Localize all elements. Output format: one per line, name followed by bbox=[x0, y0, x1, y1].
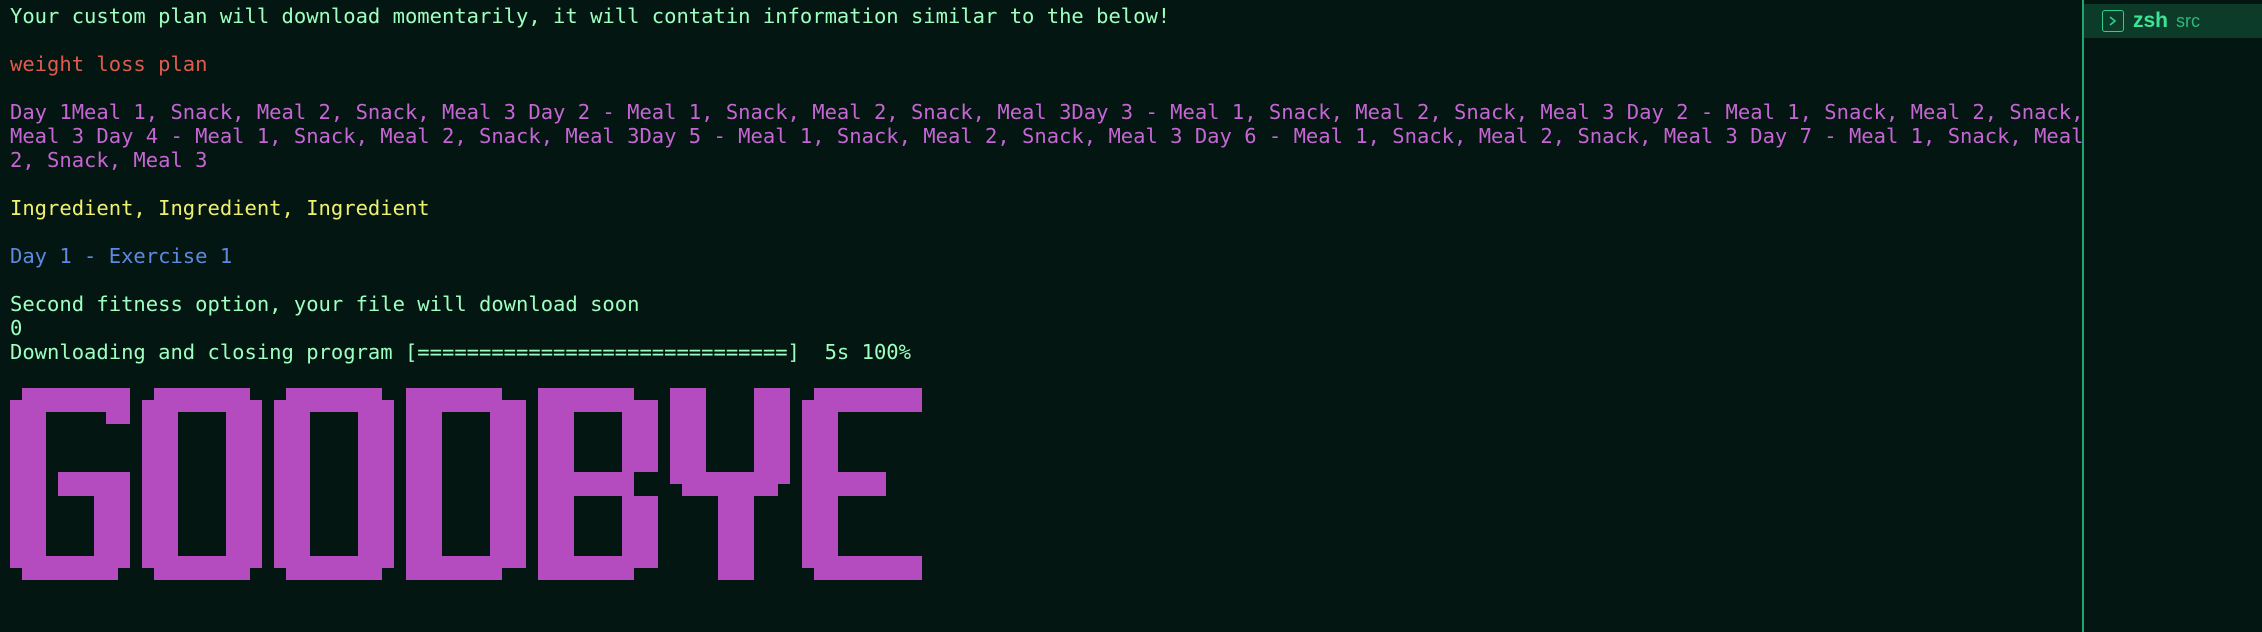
banner-letter-g bbox=[10, 388, 130, 580]
exercise-line: Day 1 - Exercise 1 bbox=[10, 244, 233, 268]
banner-pixel-block bbox=[226, 400, 262, 568]
terminal-output[interactable]: Your custom plan will download momentari… bbox=[0, 0, 2084, 632]
banner-pixel-block bbox=[10, 400, 46, 568]
banner-pixel-block bbox=[538, 556, 634, 580]
terminal-icon bbox=[2102, 10, 2124, 32]
meal-plan-line-2: Meal 3 Day 4 - Meal 1, Snack, Meal 2, Sn… bbox=[10, 124, 2084, 148]
banner-pixel-block bbox=[286, 556, 382, 580]
banner-letter-b bbox=[538, 388, 658, 580]
return-code-line: 0 bbox=[10, 316, 23, 340]
banner-pixel-block bbox=[622, 496, 658, 568]
goodbye-banner-art bbox=[10, 388, 922, 580]
intro-message: Your custom plan will download momentari… bbox=[10, 4, 1171, 28]
banner-pixel-block bbox=[670, 388, 706, 484]
banner-pixel-block bbox=[406, 388, 442, 580]
banner-pixel-block bbox=[274, 400, 310, 568]
tab-title: zsh bbox=[2133, 9, 2169, 32]
banner-pixel-block bbox=[142, 400, 178, 568]
banner-pixel-block bbox=[58, 472, 130, 496]
banner-pixel-block bbox=[406, 556, 502, 580]
meal-plan-line-3: 2, Snack, Meal 3 bbox=[10, 148, 208, 172]
banner-letter-d bbox=[406, 388, 526, 580]
banner-letter-y bbox=[670, 388, 790, 580]
banner-pixel-block bbox=[502, 412, 526, 556]
banner-pixel-block bbox=[754, 388, 790, 484]
terminal-session-sidebar: zsh src bbox=[2082, 0, 2262, 632]
ingredients-line: Ingredient, Ingredient, Ingredient bbox=[10, 196, 430, 220]
fitness-option-line: Second fitness option, your file will do… bbox=[10, 292, 640, 316]
plan-title: weight loss plan bbox=[10, 52, 208, 76]
banner-letter-o bbox=[274, 388, 394, 580]
banner-pixel-block bbox=[814, 556, 922, 580]
banner-letter-e bbox=[802, 388, 922, 580]
tab-subtitle: src bbox=[2176, 10, 2201, 31]
goodbye-banner bbox=[10, 388, 960, 582]
banner-pixel-block bbox=[94, 484, 130, 568]
banner-pixel-block bbox=[358, 400, 394, 568]
meal-plan-line-1: Day 1Meal 1, Snack, Meal 2, Snack, Meal … bbox=[10, 100, 2084, 124]
banner-pixel-block bbox=[718, 484, 754, 580]
banner-pixel-block bbox=[622, 400, 658, 472]
banner-letter-o bbox=[142, 388, 262, 580]
banner-pixel-block bbox=[538, 472, 634, 496]
banner-pixel-block bbox=[106, 388, 130, 424]
session-tab-zsh[interactable]: zsh src bbox=[2084, 4, 2262, 38]
banner-pixel-block bbox=[802, 472, 886, 496]
banner-pixel-block bbox=[154, 556, 250, 580]
progress-line: Downloading and closing program [=======… bbox=[10, 340, 911, 364]
